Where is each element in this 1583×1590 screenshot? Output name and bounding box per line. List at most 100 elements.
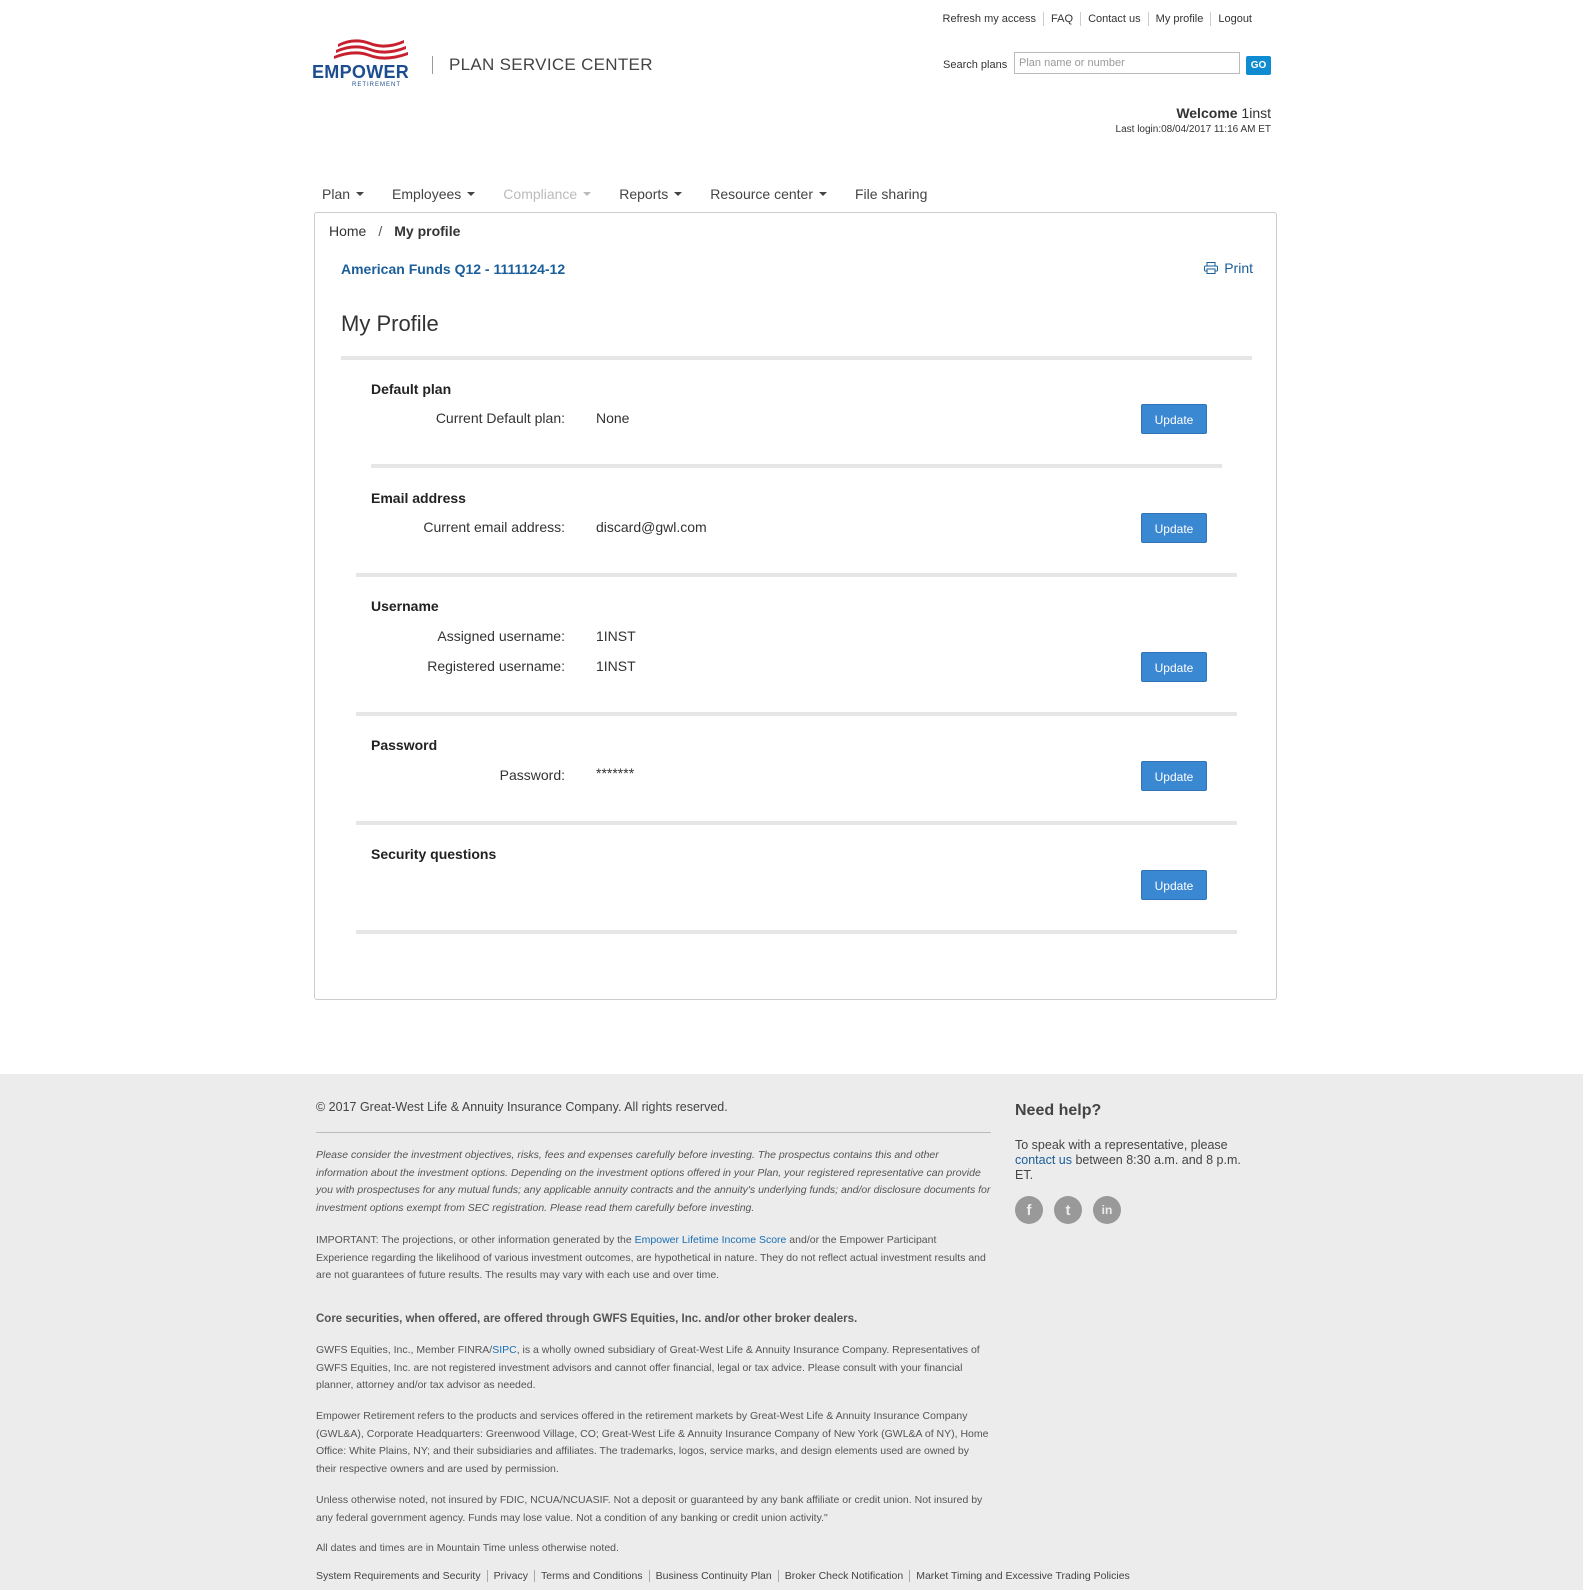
default-plan-value: None: [596, 410, 630, 426]
nav-employees-label: Employees: [392, 186, 462, 202]
security-questions-title: Security questions: [371, 846, 497, 862]
password-value: *******: [596, 765, 635, 781]
divider: [356, 573, 1237, 577]
gwfs-disclaimer: GWFS Equities, Inc., Member FINRA/SIPC, …: [316, 1342, 991, 1395]
facebook-icon[interactable]: f: [1015, 1196, 1043, 1224]
update-username-button[interactable]: Update: [1141, 652, 1207, 682]
sipc-link[interactable]: SIPC: [492, 1344, 517, 1356]
footer: © 2017 Great-West Life & Annuity Insuran…: [0, 1074, 1583, 1590]
caret-down-icon: [583, 192, 592, 196]
market-timing-link[interactable]: Market Timing and Excessive Trading Poli…: [909, 1570, 1136, 1582]
search-plans-input[interactable]: [1014, 52, 1240, 74]
help-text: To speak with a representative, please co…: [1015, 1138, 1255, 1183]
contact-us-link[interactable]: Contact us: [1080, 12, 1148, 26]
default-plan-title: Default plan: [371, 381, 452, 397]
email-label: Current email address:: [423, 519, 565, 535]
print-button[interactable]: Print: [1204, 260, 1253, 276]
nav-plan-label: Plan: [322, 186, 351, 202]
dates-notice: All dates and times are in Mountain Time…: [316, 1542, 619, 1554]
nav-resource-center[interactable]: Resource center: [710, 186, 827, 202]
divider: [371, 464, 1222, 468]
email-title: Email address: [371, 490, 466, 506]
update-email-button[interactable]: Update: [1141, 513, 1207, 543]
linkedin-icon[interactable]: in: [1093, 1196, 1121, 1224]
search-label: Search plans: [943, 59, 1008, 71]
logo-wordmark: EMPOWER: [312, 62, 410, 82]
print-label: Print: [1224, 260, 1253, 276]
privacy-link[interactable]: Privacy: [486, 1570, 534, 1582]
nav-reports[interactable]: Reports: [619, 186, 683, 202]
refresh-access-link[interactable]: Refresh my access: [936, 12, 1044, 26]
terms-link[interactable]: Terms and Conditions: [534, 1570, 649, 1582]
nav-resource-center-label: Resource center: [710, 186, 813, 202]
assigned-username-value: 1INST: [596, 628, 636, 644]
breadcrumb-separator: /: [378, 223, 383, 239]
caret-down-icon: [674, 192, 683, 196]
default-plan-label: Current Default plan:: [435, 410, 565, 426]
nav-file-sharing[interactable]: File sharing: [855, 186, 927, 202]
breadcrumb-current: My profile: [394, 223, 461, 239]
divider: [356, 930, 1237, 934]
caret-down-icon: [467, 192, 476, 196]
breadcrumb-home[interactable]: Home: [329, 223, 366, 239]
printer-icon: [1204, 262, 1219, 274]
update-default-plan-button[interactable]: Update: [1141, 404, 1207, 434]
search-go-button[interactable]: GO: [1246, 56, 1271, 75]
lifetime-income-score-link[interactable]: Empower Lifetime Income Score: [635, 1234, 787, 1246]
page-title: My Profile: [341, 311, 439, 336]
important-disclaimer: IMPORTANT: The projections, or other inf…: [316, 1232, 991, 1285]
divider: [356, 712, 1237, 716]
footer-divider: [316, 1132, 991, 1133]
nav-file-sharing-label: File sharing: [854, 186, 928, 202]
prospectus-disclaimer: Please consider the investment objective…: [316, 1149, 991, 1214]
contact-us-help-link[interactable]: contact us: [1015, 1153, 1072, 1167]
password-label: Password:: [499, 767, 565, 783]
core-securities-notice: Core securities, when offered, are offer…: [316, 1313, 858, 1325]
registered-username-value: 1INST: [596, 658, 636, 674]
breadcrumb: Home / My profile: [329, 223, 460, 239]
logout-link[interactable]: Logout: [1210, 12, 1259, 26]
welcome-message: Welcome 1inst: [1176, 105, 1271, 121]
nav-plan[interactable]: Plan: [322, 186, 365, 202]
copyright: © 2017 Great-West Life & Annuity Insuran…: [316, 1100, 728, 1114]
caret-down-icon: [356, 192, 365, 196]
nav-compliance-label: Compliance: [503, 186, 578, 202]
welcome-user: 1inst: [1241, 105, 1271, 121]
gwfs-pre: GWFS Equities, Inc., Member FINRA/: [316, 1344, 493, 1356]
update-password-button[interactable]: Update: [1141, 761, 1207, 791]
email-value: discard@gwl.com: [596, 519, 707, 535]
twitter-icon[interactable]: t: [1054, 1196, 1082, 1224]
divider: [341, 356, 1252, 360]
system-requirements-link[interactable]: System Requirements and Security: [316, 1570, 487, 1582]
faq-link[interactable]: FAQ: [1043, 12, 1080, 26]
welcome-greeting: Welcome: [1176, 105, 1238, 121]
flag-logo-icon: [334, 39, 408, 60]
important-pre: IMPORTANT: The projections, or other inf…: [316, 1234, 635, 1246]
last-login: Last login:08/04/2017 11:16 AM ET: [1115, 124, 1271, 135]
broker-check-link[interactable]: Broker Check Notification: [777, 1570, 909, 1582]
my-profile-link[interactable]: My profile: [1147, 12, 1211, 26]
main-nav: Plan Employees Compliance Reports Resour…: [322, 186, 955, 202]
footer-links: System Requirements and Security Privacy…: [316, 1570, 1136, 1582]
help-pre: To speak with a representative, please: [1015, 1138, 1228, 1152]
plan-name[interactable]: American Funds Q12 - 1111124-12: [341, 261, 565, 277]
update-security-questions-button[interactable]: Update: [1141, 870, 1207, 900]
profile-panel: Home / My profile American Funds Q12 - 111…: [314, 212, 1277, 1000]
nav-employees[interactable]: Employees: [392, 186, 476, 202]
empower-logo[interactable]: EMPOWER RETIREMENT: [312, 36, 412, 92]
utility-nav: Refresh my access FAQ Contact us My prof…: [936, 12, 1259, 26]
assigned-username-label: Assigned username:: [437, 628, 565, 644]
business-continuity-link[interactable]: Business Continuity Plan: [648, 1570, 778, 1582]
empower-disclaimer: Empower Retirement refers to the product…: [316, 1410, 989, 1475]
nav-reports-label: Reports: [619, 186, 669, 202]
username-title: Username: [371, 598, 439, 614]
site-title: PLAN SERVICE CENTER: [432, 56, 653, 74]
password-title: Password: [371, 737, 438, 753]
logo-subtitle: RETIREMENT: [352, 82, 401, 88]
caret-down-icon: [818, 192, 827, 196]
need-help-title: Need help?: [1015, 1102, 1102, 1119]
divider: [356, 821, 1237, 825]
registered-username-label: Registered username:: [427, 658, 565, 674]
nav-compliance: Compliance: [503, 186, 592, 202]
fdic-disclaimer: Unless otherwise noted, not insured by F…: [316, 1494, 983, 1524]
